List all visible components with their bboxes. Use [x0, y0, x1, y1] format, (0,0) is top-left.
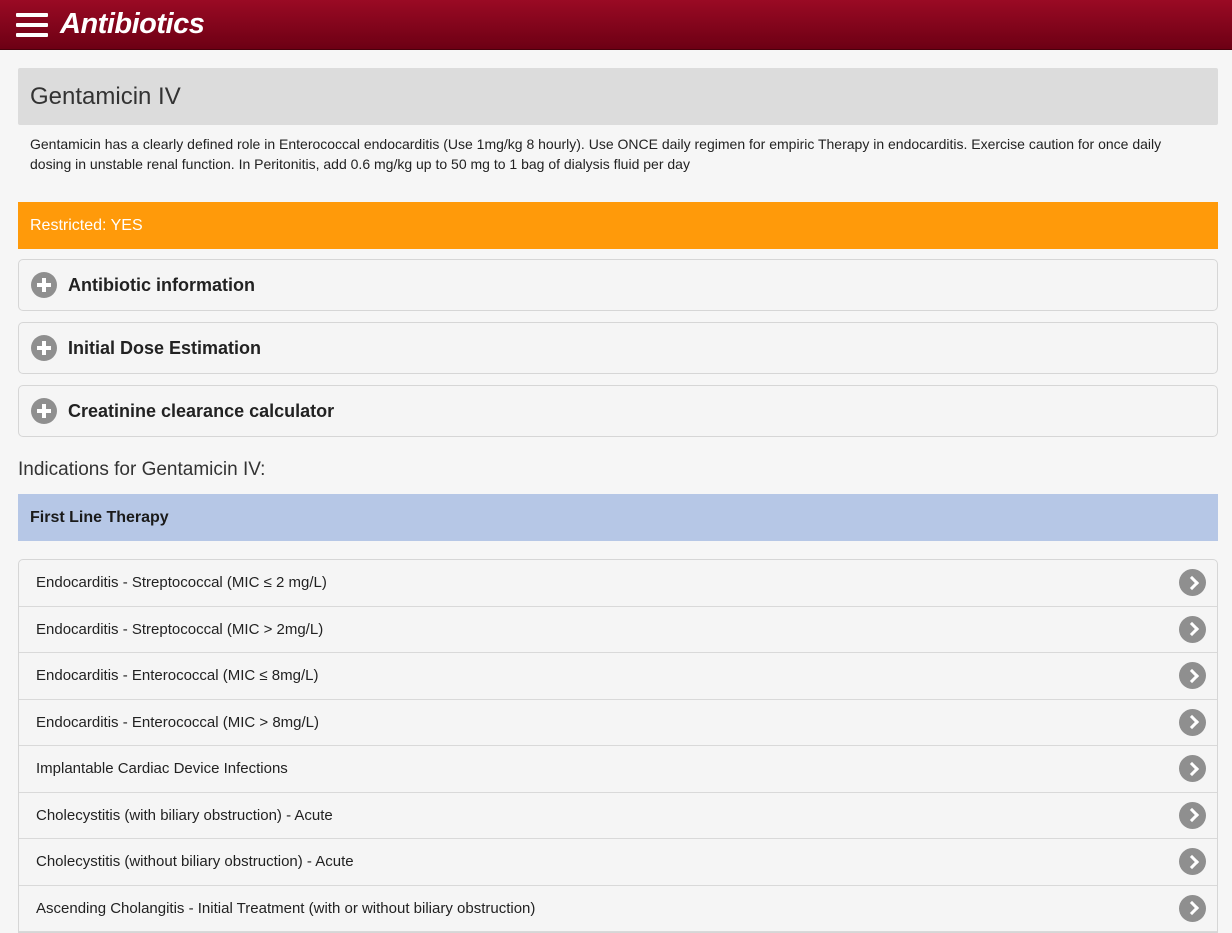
main-content: Gentamicin IV Gentamicin has a clearly d…	[18, 68, 1218, 933]
list-item[interactable]: Implantable Cardiac Device Infections	[19, 746, 1217, 793]
list-item[interactable]: Endocarditis - Enterococcal (MIC > 8mg/L…	[19, 700, 1217, 746]
chevron-right-icon	[1179, 801, 1206, 829]
list-item-label: Endocarditis - Streptococcal (MIC > 2mg/…	[36, 620, 324, 638]
first-line-therapy-header: First Line Therapy	[18, 494, 1218, 541]
chevron-right-icon	[1179, 569, 1206, 597]
indications-heading: Indications for Gentamicin IV:	[18, 459, 266, 480]
plus-circle-icon	[31, 272, 57, 298]
list-item-label: Endocarditis - Enterococcal (MIC > 8mg/L…	[36, 713, 320, 731]
chevron-right-icon	[1179, 708, 1206, 736]
list-item[interactable]: Ascending Cholangitis - Initial Treatmen…	[19, 886, 1217, 932]
restricted-banner: Restricted: YES	[18, 202, 1218, 249]
chevron-right-icon	[1179, 755, 1206, 783]
chevron-right-icon	[1179, 848, 1206, 876]
list-item[interactable]: Endocarditis - Enterococcal (MIC ≤ 8mg/L…	[19, 653, 1217, 700]
accordion-initial-dose-estimation[interactable]: Initial Dose Estimation	[18, 322, 1218, 374]
list-item[interactable]: Endocarditis - Streptococcal (MIC > 2mg/…	[19, 607, 1217, 653]
list-item[interactable]: Endocarditis - Streptococcal (MIC ≤ 2 mg…	[19, 560, 1217, 607]
list-item-label: Endocarditis - Streptococcal (MIC ≤ 2 mg…	[36, 574, 327, 592]
drug-description: Gentamicin has a clearly defined role in…	[30, 136, 1162, 172]
list-item-label: Cholecystitis (with biliary obstruction)…	[36, 806, 333, 824]
chevron-right-icon	[1179, 894, 1206, 922]
drug-title: Gentamicin IV	[18, 68, 1218, 125]
list-item-label: Cholecystitis (without biliary obstructi…	[36, 853, 354, 871]
accordion-label: Antibiotic information	[68, 274, 255, 295]
list-item-label: Ascending Cholangitis - Initial Treatmen…	[36, 899, 536, 917]
list-item-label: Endocarditis - Enterococcal (MIC ≤ 8mg/L…	[36, 667, 319, 685]
list-item-label: Implantable Cardiac Device Infections	[36, 760, 288, 778]
hamburger-menu-icon[interactable]	[16, 12, 48, 38]
indication-list: Endocarditis - Streptococcal (MIC ≤ 2 mg…	[18, 559, 1218, 933]
list-item[interactable]: Cholecystitis (with biliary obstruction)…	[19, 793, 1217, 839]
app-header: Antibiotics	[0, 0, 1232, 50]
accordion-creatinine-clearance-calculator[interactable]: Creatinine clearance calculator	[18, 385, 1218, 437]
plus-circle-icon	[31, 335, 57, 361]
accordion-label: Creatinine clearance calculator	[68, 400, 335, 421]
accordion-antibiotic-information[interactable]: Antibiotic information	[18, 259, 1218, 311]
chevron-right-icon	[1179, 615, 1206, 643]
plus-circle-icon	[31, 398, 57, 424]
list-item[interactable]: Cholecystitis (without biliary obstructi…	[19, 839, 1217, 886]
accordion-label: Initial Dose Estimation	[68, 337, 262, 358]
app-title: Antibiotics	[60, 8, 205, 40]
chevron-right-icon	[1179, 662, 1206, 690]
